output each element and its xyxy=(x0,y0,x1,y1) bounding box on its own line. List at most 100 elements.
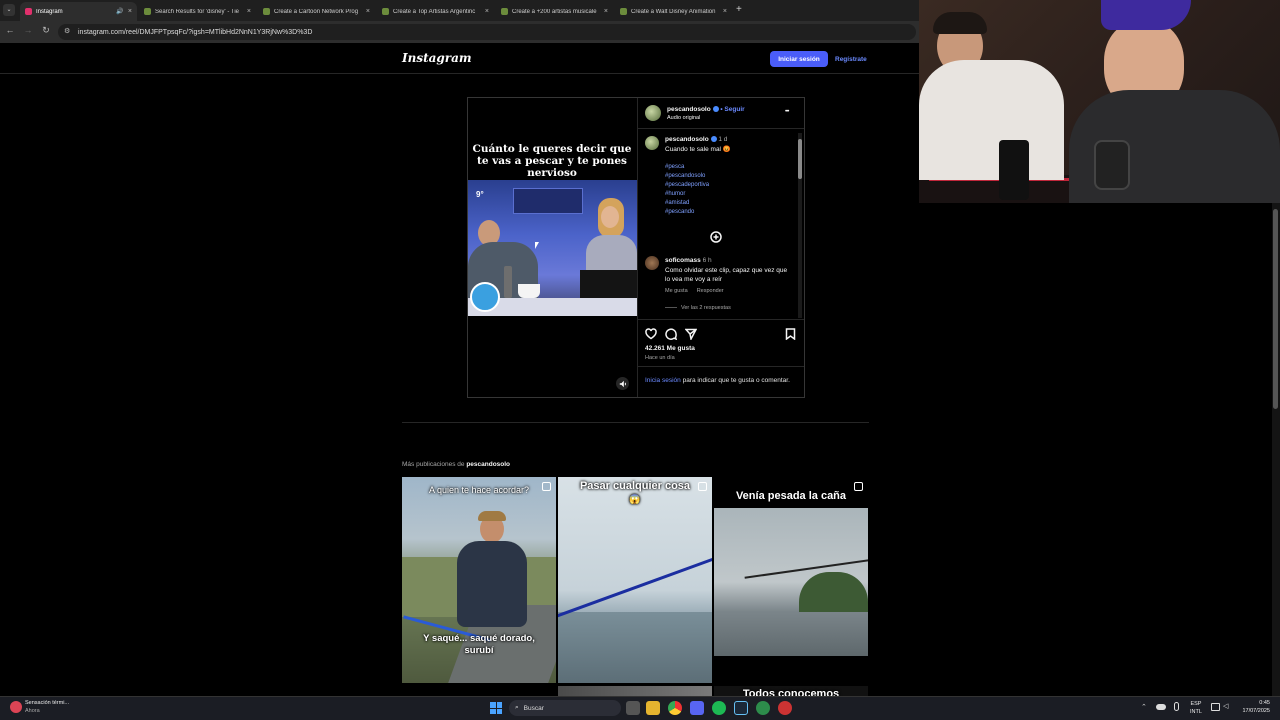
comment-header: soficomass 6 h xyxy=(665,257,712,264)
more-post-thumb-6[interactable]: Todos conocemos xyxy=(714,686,868,696)
share-icon[interactable] xyxy=(684,327,698,345)
hashtag-link[interactable]: #pescadeportiva xyxy=(665,181,709,190)
onedrive-icon[interactable] xyxy=(1156,704,1166,710)
more-posts-username[interactable]: pescandosolo xyxy=(466,461,510,468)
tab-favicon-icon xyxy=(25,8,32,15)
browser-tab[interactable]: Instagram 🔊 × xyxy=(20,2,137,21)
notification-sub: Ahora xyxy=(25,707,40,714)
back-button[interactable]: ← xyxy=(4,25,16,35)
comment-text: Como olvidar este clip, capaz que vez qu… xyxy=(665,267,788,283)
caption-time: 1 d xyxy=(718,136,728,143)
mute-button[interactable] xyxy=(616,377,629,390)
volume-icon[interactable]: ◁ xyxy=(1223,702,1228,710)
audio-label[interactable]: Audio original xyxy=(667,115,700,121)
tab-close-icon[interactable]: × xyxy=(247,8,251,15)
comment-actions: Me gusta Responder xyxy=(665,288,724,294)
weather-icon[interactable] xyxy=(10,701,22,713)
hashtag-link[interactable]: #amistad xyxy=(665,199,709,208)
tab-menu-button[interactable]: ⌄ xyxy=(3,4,15,16)
register-link[interactable]: Regístrate xyxy=(835,51,867,67)
browser-tab[interactable]: Create a Cartoon Network Prog × xyxy=(258,2,375,21)
thumb-3-top-caption: Venía pesada la caña xyxy=(735,490,847,502)
login-button[interactable]: Iniciar sesión xyxy=(770,51,828,67)
comments-scrollbar[interactable] xyxy=(798,133,802,318)
hashtag-link[interactable]: #humor xyxy=(665,190,709,199)
tab-close-icon[interactable]: × xyxy=(604,8,608,15)
reel-icon xyxy=(698,482,707,491)
like-count[interactable]: 42.261 Me gusta xyxy=(645,345,695,352)
browser-tab[interactable]: Create a +200 artistas musicale × xyxy=(496,2,613,21)
comment-reply-link[interactable]: Responder xyxy=(697,288,724,294)
new-tab-button[interactable]: + xyxy=(736,4,742,15)
hashtag-list: #pesca #pescandosolo #pescadeportiva #humor… xyxy=(665,163,709,217)
follow-link[interactable]: • Seguir xyxy=(720,106,744,113)
video-frame[interactable]: 9° xyxy=(468,180,637,316)
browser-tab[interactable]: Search Results for 'disney' - Tie × xyxy=(139,2,256,21)
taskbar-search[interactable]: ⌕ Buscar xyxy=(509,700,621,716)
more-options-icon[interactable]: ••• xyxy=(785,109,789,115)
verified-icon xyxy=(710,136,717,143)
more-post-thumb-3[interactable]: Venía pesada la caña xyxy=(714,477,868,683)
notification-widget[interactable]: Sensación térmi... Ahora xyxy=(25,700,69,715)
more-post-thumb-1[interactable]: A quien te hace acordar? Y saqué... saqu… xyxy=(402,477,556,683)
panel-divider xyxy=(638,366,804,367)
more-post-thumb-4[interactable] xyxy=(402,686,556,696)
task-view-icon[interactable] xyxy=(626,701,640,715)
discord-icon[interactable] xyxy=(690,701,704,715)
windows-taskbar xyxy=(0,696,1280,720)
author-username[interactable]: pescandosolo xyxy=(667,106,711,113)
caption-header: pescandosolo 1 d xyxy=(665,136,727,143)
caption-username[interactable]: pescandosolo xyxy=(665,136,709,143)
steam-icon[interactable] xyxy=(734,701,748,715)
more-post-thumb-5[interactable] xyxy=(558,686,712,696)
add-comment-icon[interactable] xyxy=(710,230,722,248)
browser-tab[interactable]: Create a Walt Disney Animation × xyxy=(615,2,732,21)
tab-title: Instagram xyxy=(36,8,63,15)
network-icon[interactable] xyxy=(1211,703,1220,711)
spotify-icon[interactable] xyxy=(712,701,726,715)
site-info-icon[interactable]: ⚙ xyxy=(64,27,70,35)
tab-close-icon[interactable]: × xyxy=(485,8,489,15)
save-icon[interactable] xyxy=(785,327,796,345)
caption-avatar[interactable] xyxy=(645,136,659,150)
reload-button[interactable]: ↻ xyxy=(40,25,52,36)
search-placeholder: Buscar xyxy=(523,704,544,712)
like-icon[interactable] xyxy=(645,327,657,345)
thumb-6-top-caption: Todos conocemos xyxy=(742,688,840,696)
login-prompt-text: para indicar que te gusta o comentar. xyxy=(680,377,790,384)
tab-title: Create a Cartoon Network Prog xyxy=(274,8,359,15)
panel-divider xyxy=(638,319,804,320)
tab-close-icon[interactable]: × xyxy=(366,8,370,15)
app-icon[interactable] xyxy=(778,701,792,715)
page-scrollbar[interactable] xyxy=(1272,203,1280,696)
commenter-avatar[interactable] xyxy=(645,256,659,270)
thumb-2-top-caption: Pasar cualquier cosa xyxy=(579,480,691,492)
language-indicator[interactable]: ESP INTL xyxy=(1190,701,1202,716)
tab-close-icon[interactable]: × xyxy=(128,8,132,15)
more-post-thumb-2[interactable]: Pasar cualquier cosa 😱 xyxy=(558,477,712,683)
author-avatar[interactable] xyxy=(645,105,661,121)
browser-icon[interactable] xyxy=(756,701,770,715)
more-posts-label: Más publicaciones de pescandosolo xyxy=(402,461,511,468)
hashtag-link[interactable]: #pesca xyxy=(665,163,709,172)
instagram-logo[interactable]: Instagram xyxy=(402,51,472,65)
view-replies-link[interactable]: Ver las 2 respuestas xyxy=(665,305,731,311)
file-explorer-icon[interactable] xyxy=(646,701,660,715)
login-prompt-link[interactable]: Inicia sesión xyxy=(645,377,681,384)
tray-chevron-icon[interactable]: ⌃ xyxy=(1141,703,1147,711)
tab-close-icon[interactable]: × xyxy=(723,8,727,15)
tab-favicon-icon xyxy=(382,8,389,15)
browser-tab[interactable]: Create a Top Artistas Argentinc × xyxy=(377,2,494,21)
chrome-icon[interactable] xyxy=(668,701,682,715)
clock[interactable]: 0:45 17/07/2025 xyxy=(1236,700,1270,715)
comment-icon[interactable] xyxy=(665,327,678,345)
tab-audio-icon[interactable]: 🔊 xyxy=(116,8,123,15)
hashtag-link[interactable]: #pescando xyxy=(665,208,709,217)
start-button[interactable] xyxy=(490,702,502,714)
forward-button[interactable]: → xyxy=(22,25,34,35)
hashtag-link[interactable]: #pescandosolo xyxy=(665,172,709,181)
mic-icon[interactable] xyxy=(1174,702,1179,711)
url-field[interactable]: ⚙ instagram.com/reel/DMJFPTpsqFc/?igsh=M… xyxy=(58,24,916,40)
commenter-username[interactable]: soficomass xyxy=(665,257,701,264)
comment-like-link[interactable]: Me gusta xyxy=(665,288,688,294)
